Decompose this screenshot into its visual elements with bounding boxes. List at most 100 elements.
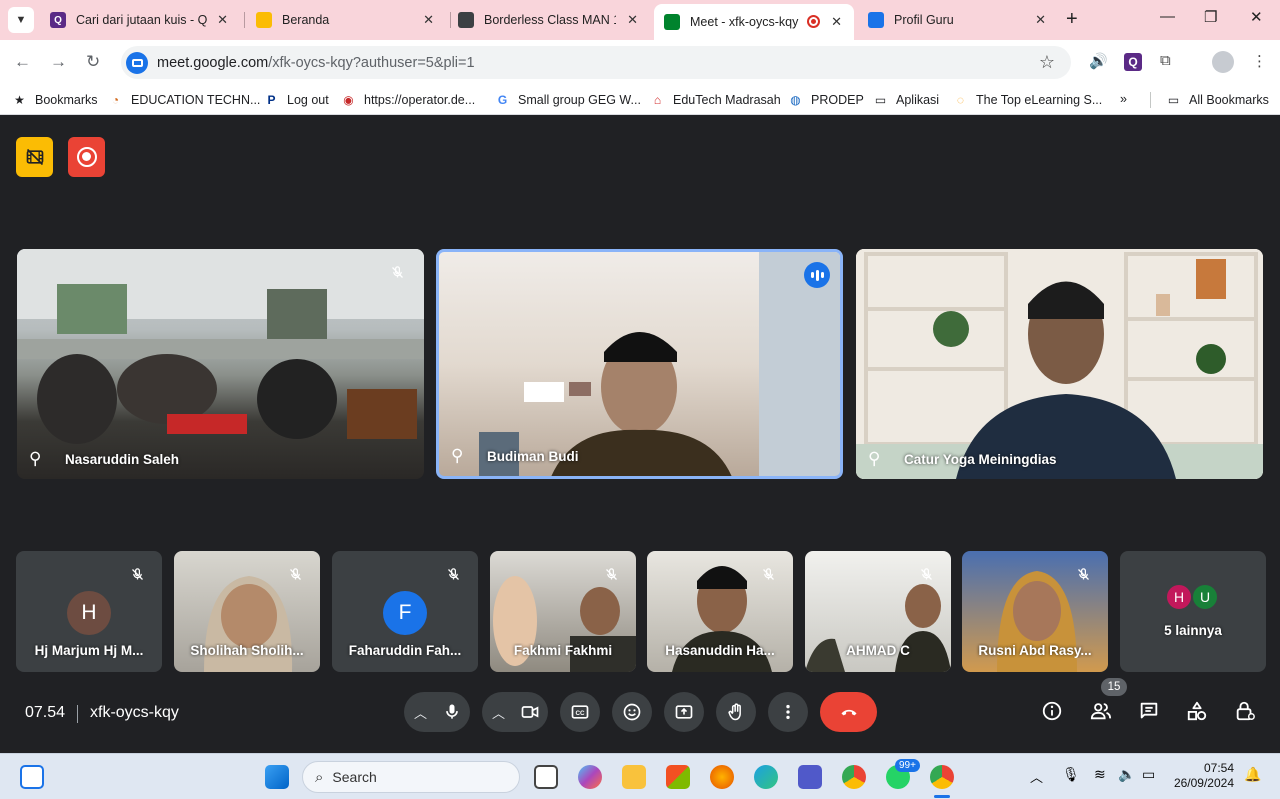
video-tile[interactable]: ⚲ Nasaruddin Saleh (17, 249, 424, 479)
folder-icon: ▭ (874, 92, 887, 107)
url-text[interactable]: meet.google.com/xfk-oycs-kqy?authuser=5&… (157, 55, 475, 71)
bookmark-item[interactable]: P Log out (264, 92, 328, 107)
camera-icon[interactable] (520, 702, 540, 722)
participant-tile[interactable]: Hasanuddin Ha... (647, 551, 793, 672)
close-icon[interactable]: ✕ (423, 12, 434, 28)
tab-profil-guru[interactable]: Profil Guru ✕ (858, 5, 1058, 35)
close-icon[interactable]: ✕ (627, 12, 638, 28)
reload-button[interactable]: ↻ (86, 52, 100, 72)
participant-tile[interactable]: H Hj Marjum Hj M... (16, 551, 162, 672)
wifi-icon[interactable]: ≋ (1094, 766, 1118, 790)
store-icon[interactable] (666, 765, 690, 789)
microphone-icon[interactable] (442, 702, 462, 722)
host-controls-icon[interactable] (1234, 700, 1256, 727)
new-tab-button[interactable]: + (1066, 8, 1078, 31)
participant-tile[interactable]: Sholihah Sholih... (174, 551, 320, 672)
restore-button[interactable]: ❐ (1204, 8, 1217, 26)
close-icon[interactable]: ✕ (217, 12, 228, 28)
clock-date: 26/09/2024 (1173, 776, 1234, 790)
tab-search-button[interactable]: ▼ (8, 7, 34, 33)
taskbar-search[interactable]: ⌕ Search (302, 761, 520, 793)
meet-site-icon[interactable] (126, 51, 148, 74)
bookmark-item[interactable]: ★ Bookmarks (12, 92, 97, 107)
firefox-icon[interactable] (710, 765, 734, 789)
participant-tile[interactable]: Rusni Abd Rasy... (962, 551, 1108, 672)
edge-icon[interactable] (754, 765, 778, 789)
taskbar-clock[interactable]: 07:54 26/09/2024 (1174, 761, 1234, 791)
quizizz-extension-icon[interactable]: Q (1124, 53, 1142, 71)
close-window-button[interactable]: ✕ (1250, 8, 1263, 26)
tab-meet[interactable]: Meet - xfk-oycs-kqy ✕ (654, 4, 854, 40)
mic-off-icon (282, 561, 308, 587)
mic-off-icon (384, 259, 410, 285)
bookmark-item[interactable]: ▭ Aplikasi (873, 92, 939, 107)
start-windows-icon[interactable] (265, 765, 289, 789)
bookmarks-overflow-button[interactable]: » (1120, 92, 1127, 106)
tab-borderless-class[interactable]: Borderless Class MAN 1 F ✕ (448, 5, 650, 35)
widgets-icon[interactable] (20, 765, 44, 789)
minimize-button[interactable]: — (1160, 8, 1175, 25)
media-audio-icon[interactable]: 🔊 (1089, 52, 1108, 70)
menu-kebab-icon[interactable]: ⋮ (1252, 52, 1267, 70)
more-options-button[interactable] (768, 692, 808, 732)
participant-name: Fakhmi Fakhmi (513, 643, 613, 658)
people-icon[interactable] (1090, 700, 1112, 727)
participant-tile[interactable]: Fakhmi Fakhmi (490, 551, 636, 672)
battery-icon[interactable]: ▭ (1142, 766, 1166, 790)
address-bar[interactable]: meet.google.com/xfk-oycs-kqy?authuser=5&… (121, 46, 1071, 79)
mic-off-icon (598, 561, 624, 587)
notification-bell-icon[interactable]: 🔔 (1244, 766, 1268, 790)
microphone-tray-icon[interactable]: 🎙 (1062, 766, 1086, 790)
chrome-profile-icon[interactable] (930, 765, 954, 789)
teams-icon[interactable] (798, 765, 822, 789)
bookmark-item[interactable]: ◌ The Top eLearning S... (953, 92, 1102, 107)
present-screen-button[interactable] (664, 692, 704, 732)
bookmark-item[interactable]: G Small group GEG W... (495, 92, 641, 107)
chrome-icon[interactable] (842, 765, 866, 789)
raise-hand-button[interactable] (716, 692, 756, 732)
star-icon: ★ (14, 92, 25, 107)
camera-off-notice-button[interactable] (16, 137, 53, 177)
meeting-info-icon[interactable] (1041, 700, 1063, 727)
pin-icon[interactable]: ⚲ (29, 449, 41, 469)
bookshelf-video-feed (856, 249, 1263, 479)
all-bookmarks-button[interactable]: ▭ All Bookmarks (1166, 92, 1269, 107)
chevron-up-icon[interactable]: ︿ (492, 703, 505, 722)
more-participants-tile[interactable]: H U 5 lainnya (1120, 551, 1266, 672)
copilot-icon[interactable] (578, 765, 602, 789)
bookmark-item[interactable]: ◍ PRODEP (788, 92, 864, 107)
activities-icon[interactable] (1186, 700, 1208, 727)
reactions-button[interactable] (612, 692, 652, 732)
file-explorer-icon[interactable] (622, 765, 646, 789)
close-icon[interactable]: ✕ (831, 14, 842, 30)
bookmark-item[interactable]: ◔ EDUCATION TECHN... (108, 92, 261, 107)
bookmark-star-icon[interactable]: ☆ (1039, 52, 1055, 73)
extensions-puzzle-icon[interactable]: ⧉ (1160, 52, 1171, 69)
participant-tile[interactable]: F Faharuddin Fah... (332, 551, 478, 672)
bookmark-item[interactable]: ◉ https://operator.de... (341, 92, 475, 107)
video-tile[interactable]: ⚲ Catur Yoga Meiningdias (856, 249, 1263, 479)
leave-call-button[interactable] (820, 692, 877, 732)
tab-beranda[interactable]: Beranda ✕ (246, 5, 446, 35)
pin-icon[interactable]: ⚲ (451, 446, 463, 466)
volume-icon[interactable]: 🔈 (1118, 766, 1142, 790)
chevron-up-icon[interactable]: ︿ (1030, 767, 1054, 791)
participant-tile[interactable]: AHMAD C (805, 551, 951, 672)
captions-button[interactable]: CC (560, 692, 600, 732)
forward-button[interactable]: → (50, 52, 67, 72)
hand-icon (728, 703, 741, 721)
camera-control[interactable]: ︿ (482, 692, 548, 732)
chat-icon[interactable] (1138, 700, 1160, 727)
pin-icon[interactable]: ⚲ (868, 449, 880, 469)
task-view-icon[interactable] (534, 765, 558, 789)
bookmark-item[interactable]: ⌂ EduTech Madrasah (650, 92, 781, 107)
profile-avatar[interactable] (1212, 51, 1234, 73)
back-button[interactable]: ← (14, 52, 31, 72)
tab-quizizz[interactable]: Q Cari dari jutaan kuis - Qu ✕ (40, 5, 240, 35)
video-tile-active-speaker[interactable]: ⚲ Budiman Budi (436, 249, 843, 479)
recording-button[interactable] (68, 137, 105, 177)
microphone-control[interactable]: ︿ (404, 692, 470, 732)
chevron-up-icon[interactable]: ︿ (414, 703, 427, 722)
tab-title: Borderless Class MAN 1 F (484, 13, 616, 27)
close-icon[interactable]: ✕ (1035, 12, 1046, 28)
